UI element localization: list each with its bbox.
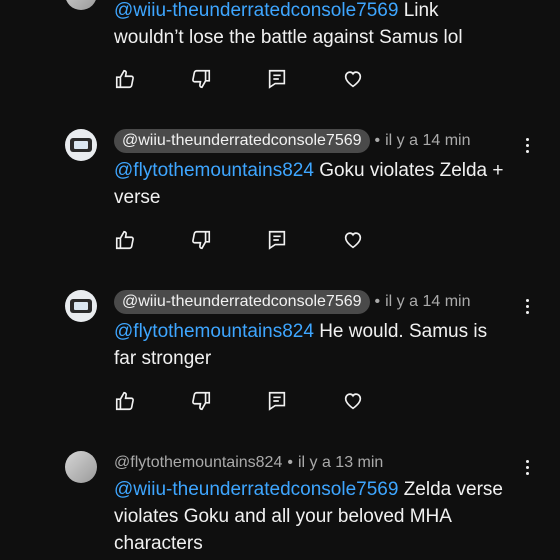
like-button[interactable] bbox=[114, 68, 138, 92]
comment-actions bbox=[114, 390, 418, 414]
reply-comment-icon bbox=[268, 391, 286, 411]
thumbs-down-icon bbox=[192, 69, 211, 89]
timestamp[interactable]: il y a 14 min bbox=[385, 293, 470, 311]
comment-text: @flytothemountains824 He would. Samus is… bbox=[114, 318, 534, 372]
author-handle[interactable]: @wiiu-theunderratedconsole7569 bbox=[114, 290, 370, 314]
mention-link[interactable]: @flytothemountains824 bbox=[114, 160, 314, 181]
heart-button[interactable] bbox=[342, 390, 366, 414]
comment-text: @wiiu-theunderratedconsole7569 Zelda ver… bbox=[114, 476, 534, 557]
heart-icon bbox=[344, 393, 362, 410]
comment-meta: @flytothemountains824 • il y a 13 min bbox=[114, 451, 383, 475]
comment-actions bbox=[114, 68, 418, 92]
reply-button[interactable] bbox=[266, 68, 290, 92]
comment-text-line1: Zelda verse bbox=[403, 479, 503, 500]
comment-meta: @wiiu-theunderratedconsole7569 • il y a … bbox=[114, 290, 471, 314]
mention-link[interactable]: @wiiu-theunderratedconsole7569 bbox=[114, 479, 398, 500]
comment-text-line2: verse bbox=[114, 187, 161, 208]
comment-text: @flytothemountains824 Goku violates Zeld… bbox=[114, 157, 534, 211]
mention-link[interactable]: @wiiu-theunderratedconsole7569 bbox=[114, 0, 398, 21]
like-button[interactable] bbox=[114, 229, 138, 253]
timestamp[interactable]: il y a 13 min bbox=[298, 454, 383, 472]
author-handle[interactable]: @wiiu-theunderratedconsole7569 bbox=[114, 129, 370, 153]
dislike-button[interactable] bbox=[190, 68, 214, 92]
comment-text-line2: wouldn’t lose the battle against Samus l… bbox=[114, 27, 463, 48]
comment-text: @wiiu-theunderratedconsole7569 Link woul… bbox=[114, 0, 534, 51]
comment-text-line1: Goku violates Zelda + bbox=[319, 160, 504, 181]
separator: • bbox=[287, 454, 293, 471]
dislike-button[interactable] bbox=[190, 390, 214, 414]
more-options-button[interactable] bbox=[522, 135, 532, 155]
more-options-button[interactable] bbox=[522, 296, 532, 316]
thumbs-up-icon bbox=[115, 69, 134, 89]
like-button[interactable] bbox=[114, 390, 138, 414]
avatar[interactable] bbox=[65, 0, 97, 10]
heart-button[interactable] bbox=[342, 68, 366, 92]
comment-actions bbox=[114, 229, 418, 253]
reply-comment-icon bbox=[268, 69, 286, 89]
dislike-button[interactable] bbox=[190, 229, 214, 253]
comment-text-line2: far stronger bbox=[114, 348, 212, 369]
reply-comment-icon bbox=[268, 230, 286, 250]
separator: • bbox=[374, 132, 381, 149]
thumbs-up-icon bbox=[115, 230, 134, 250]
timestamp[interactable]: il y a 14 min bbox=[385, 132, 470, 150]
reply-button[interactable] bbox=[266, 229, 290, 253]
separator: • bbox=[374, 293, 381, 310]
heart-button[interactable] bbox=[342, 229, 366, 253]
reply-button[interactable] bbox=[266, 390, 290, 414]
comment-text-line1: Link bbox=[403, 0, 439, 21]
avatar[interactable] bbox=[65, 129, 97, 161]
comment-text-line2: violates Goku and all your beloved MHA bbox=[114, 506, 452, 527]
comment-text-line1: He would. Samus is bbox=[319, 321, 488, 342]
thumbs-down-icon bbox=[192, 230, 211, 250]
mention-link[interactable]: @flytothemountains824 bbox=[114, 321, 314, 342]
author-handle[interactable]: @flytothemountains824 bbox=[114, 454, 282, 472]
thumbs-up-icon bbox=[115, 391, 134, 411]
avatar[interactable] bbox=[65, 451, 97, 483]
thumbs-down-icon bbox=[192, 391, 211, 411]
comment-text-line3: characters bbox=[114, 533, 203, 554]
heart-icon bbox=[344, 232, 362, 249]
heart-icon bbox=[344, 71, 362, 88]
more-options-button[interactable] bbox=[522, 457, 532, 477]
avatar[interactable] bbox=[65, 290, 97, 322]
comment-meta: @wiiu-theunderratedconsole7569 • il y a … bbox=[114, 129, 471, 153]
